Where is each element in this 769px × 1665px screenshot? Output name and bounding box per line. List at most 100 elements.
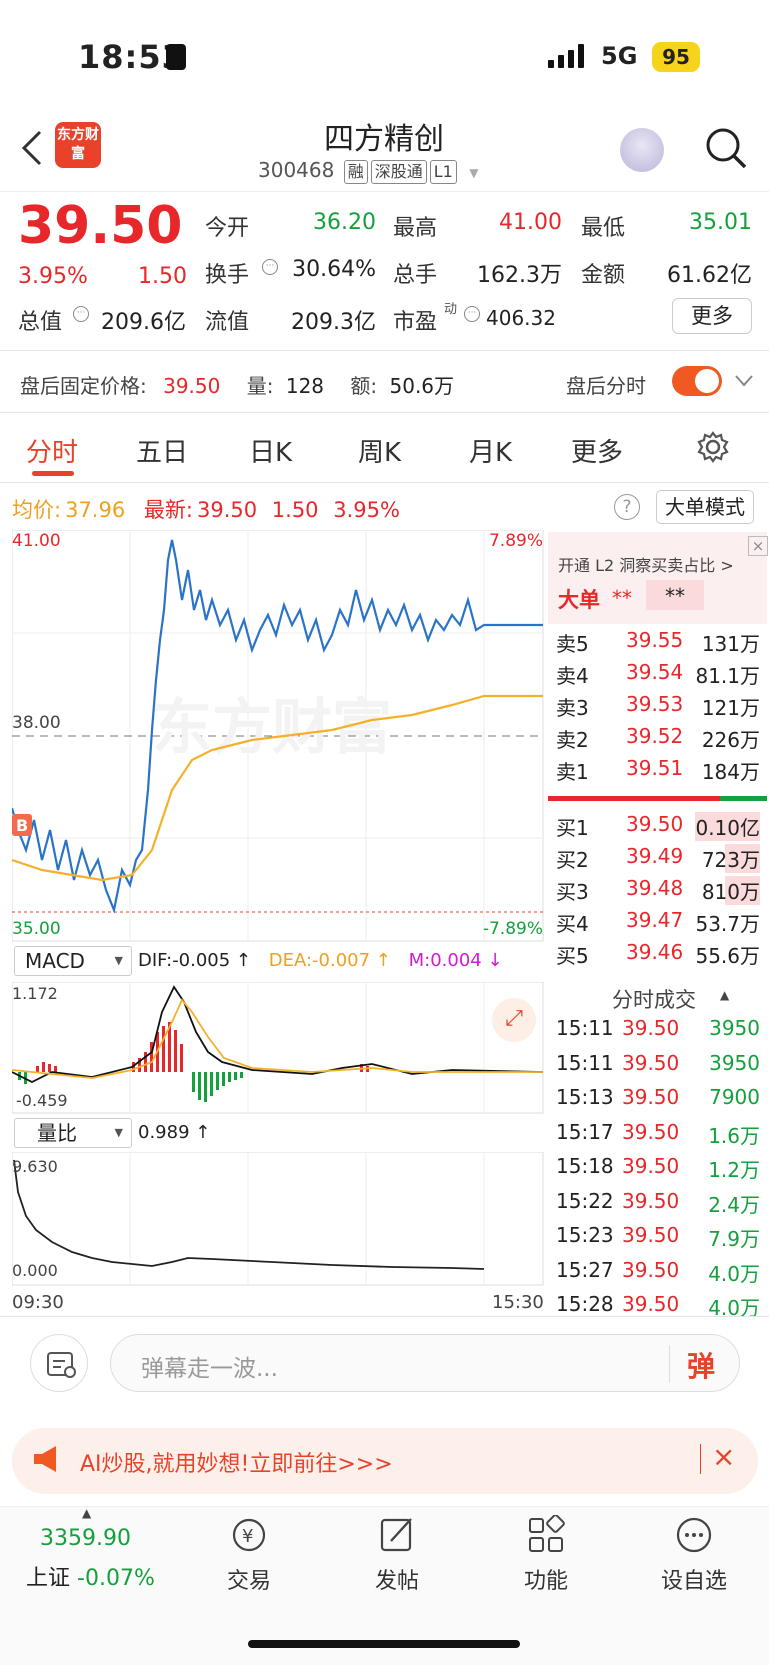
big-order-mode-button[interactable]: 大单模式: [656, 490, 754, 524]
amount-value: 61.62亿: [667, 263, 752, 288]
danmaku-send-button[interactable]: 弹: [687, 1345, 715, 1385]
caret-up-icon[interactable]: ▲: [82, 1506, 91, 1520]
macd-dif: DIF:-0.005 ↑: [138, 950, 252, 971]
signal-icon: [548, 44, 584, 68]
trade-volume: 7.9万: [708, 1227, 760, 1251]
high-label: 最高: [393, 216, 438, 241]
trade-volume: 3950: [709, 1050, 760, 1075]
caret-down-icon[interactable]: ▼: [469, 166, 478, 180]
buy-volume: 55.6万: [695, 944, 760, 968]
nav-post[interactable]: 发帖: [337, 1515, 457, 1595]
danmaku-settings-icon[interactable]: [30, 1334, 88, 1392]
open-value: 36.20: [313, 210, 376, 235]
buy-level: 买1: [556, 816, 589, 840]
trade-volume: 2.4万: [708, 1192, 760, 1217]
total-mv-value: 209.6亿: [101, 310, 186, 335]
sell-level: 卖2: [556, 728, 589, 752]
y-bot-pct: -7.89%: [483, 919, 543, 939]
buy-price: 39.48: [626, 876, 684, 900]
latest-pct: 3.95%: [333, 498, 400, 522]
pe-label: 市盈: [393, 310, 438, 335]
avg-value: 37.96: [65, 498, 126, 522]
buy-price: 39.50: [626, 812, 684, 836]
tab-intraday[interactable]: 分时: [26, 432, 78, 469]
more-button[interactable]: 更多: [672, 298, 752, 334]
nav-trade-label: 交易: [226, 1569, 271, 1594]
eastmoney-logo: 东方财富: [55, 122, 101, 168]
robot-assistant-icon[interactable]: [620, 128, 664, 172]
trade-icon: ¥: [232, 1518, 266, 1552]
sell-row: 卖2 39.52 226万: [556, 724, 766, 754]
l2-promo-text[interactable]: 开通 L2 洞察买卖占比 >: [558, 552, 734, 576]
after-hours-toggle[interactable]: [672, 366, 722, 396]
trade-price: 39.50: [622, 1050, 680, 1075]
ai-banner-text[interactable]: AI炒股,就用妙想!立即前往>>>: [80, 1446, 393, 1478]
trade-time: 15:18: [556, 1154, 614, 1178]
caret-up-icon[interactable]: ▲: [720, 988, 729, 1002]
float-mv-label: 流值: [205, 310, 250, 335]
trade-price: 39.50: [622, 1016, 680, 1040]
trade-price: 39.50: [622, 1292, 680, 1316]
tab-monthly-k[interactable]: 月K: [469, 432, 512, 469]
trade-price: 39.50: [622, 1154, 680, 1178]
tab-5day[interactable]: 五日: [136, 432, 188, 469]
buy-row: 买4 39.47 53.7万: [556, 908, 766, 938]
tab-more[interactable]: 更多: [571, 432, 623, 469]
info-icon[interactable]: ···: [464, 306, 480, 322]
tab-daily-k[interactable]: 日K: [249, 432, 292, 469]
chevron-down-icon[interactable]: [734, 374, 754, 388]
danmaku-placeholder: 弹幕走一波...: [141, 1356, 278, 1382]
volume-value: 162.3万: [477, 263, 562, 288]
intraday-chart[interactable]: 东方财富 41.00 7.89% 38.00 35.00 -7.89% B: [12, 530, 544, 942]
buy-row: 买3 39.48 810万: [556, 876, 766, 906]
trade-row: 15:13 39.50 7900: [556, 1085, 766, 1115]
nav-trade[interactable]: ¥ 交易: [189, 1515, 309, 1595]
trade-volume: 1.6万: [708, 1123, 760, 1148]
stock-name: 四方精创: [324, 122, 444, 157]
gear-icon[interactable]: [696, 430, 730, 464]
apps-icon: [529, 1515, 565, 1552]
macd-chart: 1.172 -0.459: [12, 982, 544, 1114]
tab-indicator: [32, 471, 74, 476]
close-icon[interactable]: ×: [748, 536, 768, 556]
danmaku-input[interactable]: 弹幕走一波... 弹: [110, 1334, 740, 1392]
trade-price: 39.50: [622, 1257, 680, 1282]
buy-price: 39.49: [626, 844, 684, 868]
sell-row: 卖1 39.51 184万: [556, 756, 766, 786]
y-mid-price: 38.00: [12, 713, 61, 733]
search-icon[interactable]: [704, 126, 748, 170]
trade-time: 15:13: [556, 1085, 614, 1109]
trade-time: 15:27: [556, 1257, 614, 1282]
trade-volume: 3950: [709, 1016, 760, 1040]
nav-function[interactable]: 功能: [486, 1515, 606, 1595]
index-value[interactable]: 3359.90: [40, 1526, 131, 1551]
help-icon[interactable]: ?: [614, 494, 640, 520]
change-amount: 1.50: [138, 264, 187, 289]
buy-price: 39.47: [626, 908, 684, 932]
turnover-value: 30.64%: [292, 257, 376, 282]
index-row[interactable]: 上证 -0.07%: [26, 1560, 155, 1592]
pe-value: 406.32: [486, 306, 556, 330]
banner-close-icon[interactable]: ×: [712, 1440, 735, 1473]
trade-price: 39.50: [622, 1223, 680, 1247]
macd-selector[interactable]: MACD ▼: [14, 946, 132, 976]
buy-volume: 0.10亿: [695, 812, 760, 841]
tag-margin: 融: [343, 160, 368, 184]
tab-weekly-k[interactable]: 周K: [358, 432, 401, 469]
volume-ratio-selector[interactable]: 量比 ▼: [14, 1118, 132, 1148]
info-icon[interactable]: ···: [73, 306, 89, 322]
x-axis-start: 09:30: [12, 1292, 64, 1313]
volume-ratio-chart: 9.630 0.000: [12, 1152, 544, 1286]
macd-name: MACD: [25, 949, 85, 973]
nav-add-watchlist[interactable]: 设自选: [634, 1515, 754, 1595]
back-icon[interactable]: [18, 128, 46, 168]
last-price: 39.50: [18, 196, 183, 256]
buy-level: 买2: [556, 848, 589, 872]
sell-price: 39.52: [626, 724, 684, 748]
lock-icon: [166, 44, 186, 70]
trades-title[interactable]: 分时成交: [612, 984, 696, 1014]
trade-time: 15:17: [556, 1119, 614, 1144]
tag-connect: 深股通: [370, 160, 427, 184]
trade-time: 15:11: [556, 1016, 614, 1040]
expand-icon[interactable]: ⤢: [492, 998, 536, 1042]
